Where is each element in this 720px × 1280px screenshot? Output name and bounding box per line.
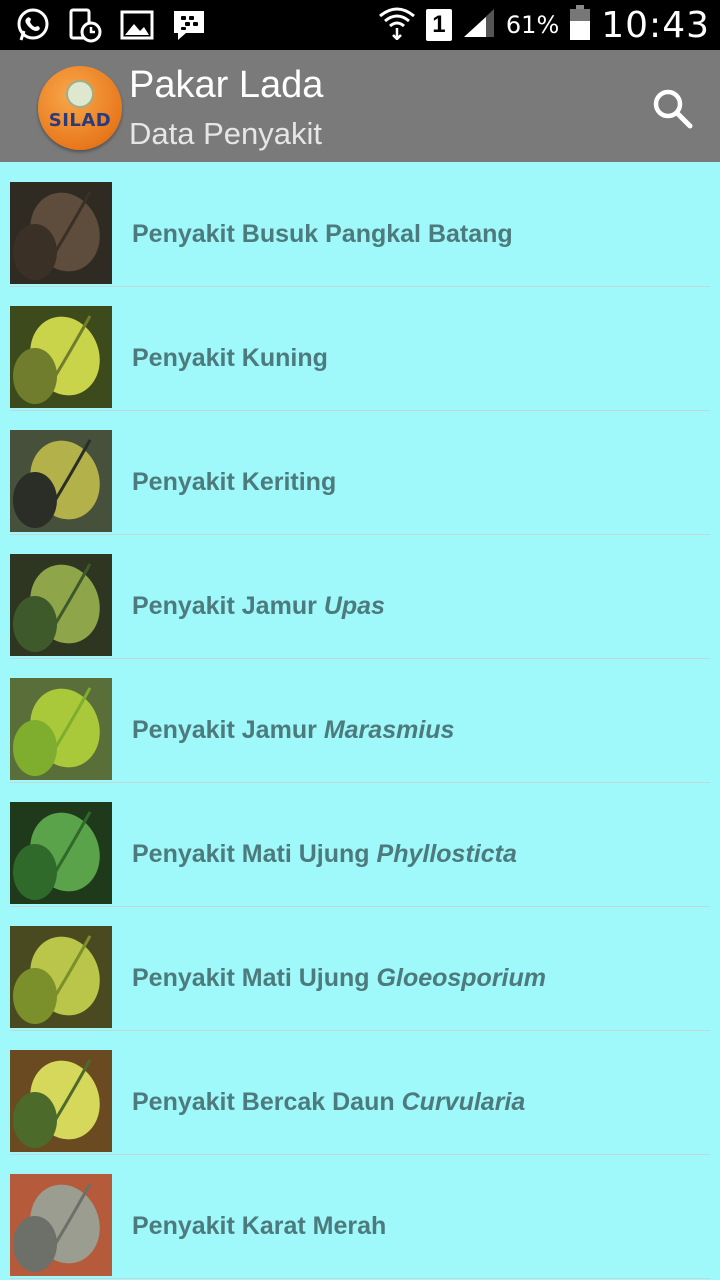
disease-thumbnail	[10, 1050, 112, 1152]
disease-name: Penyakit Karat Merah	[132, 1154, 386, 1278]
list-item[interactable]: Penyakit Keriting	[0, 410, 720, 535]
action-bar: SILAD Pakar Lada Data Penyakit	[0, 50, 720, 162]
disease-thumbnail	[10, 554, 112, 656]
list-divider	[10, 1278, 710, 1279]
app-title: Pakar Lada	[129, 64, 324, 106]
gallery-icon	[118, 6, 156, 44]
disease-name: Penyakit Jamur Upas	[132, 534, 385, 658]
disease-thumbnail	[10, 306, 112, 408]
system-status: 1 61% 10:43	[378, 0, 710, 50]
disease-pathogen: Marasmius	[323, 715, 455, 744]
disease-thumbnail	[10, 678, 112, 780]
list-item[interactable]: Penyakit Mati Ujung Phyllosticta	[0, 782, 720, 907]
list-item[interactable]: Penyakit Kuning	[0, 286, 720, 411]
notification-icons	[14, 6, 208, 44]
pepper-seed-icon	[66, 80, 94, 108]
disease-name-text: Penyakit Mati Ujung	[132, 839, 370, 868]
list-item[interactable]: Penyakit Mati Ujung Gloeosporium	[0, 906, 720, 1031]
disease-thumbnail	[10, 182, 112, 284]
list-item[interactable]: Penyakit Jamur Marasmius	[0, 658, 720, 783]
list-item[interactable]: Penyakit Jamur Upas	[0, 534, 720, 659]
disease-name: Penyakit Jamur Marasmius	[132, 658, 454, 782]
disease-name-text: Penyakit Jamur	[132, 591, 317, 620]
disease-name: Penyakit Bercak Daun Curvularia	[132, 1030, 525, 1154]
disease-thumbnail	[10, 430, 112, 532]
disease-name: Penyakit Kuning	[132, 286, 328, 410]
disease-name-text: Penyakit Bercak Daun	[132, 1087, 395, 1116]
search-button[interactable]	[648, 84, 696, 132]
disease-name-text: Penyakit Kuning	[132, 343, 328, 372]
whatsapp-icon	[14, 6, 52, 44]
wifi-icon	[378, 6, 416, 45]
status-bar: 1 61% 10:43	[0, 0, 720, 50]
disease-thumbnail	[10, 926, 112, 1028]
bbm-icon	[170, 6, 208, 44]
screen-subtitle: Data Penyakit	[129, 116, 322, 151]
disease-name-text: Penyakit Keriting	[132, 467, 337, 496]
disease-name: Penyakit Busuk Pangkal Batang	[132, 162, 513, 286]
list-item[interactable]: Penyakit Karat Merah	[0, 1154, 720, 1279]
search-icon	[653, 89, 693, 129]
disease-list[interactable]: Penyakit Busuk Pangkal Batang Penyakit Ku…	[0, 162, 720, 1280]
app-logo[interactable]: SILAD	[38, 66, 122, 150]
disease-pathogen: Gloeosporium	[376, 963, 547, 992]
list-item[interactable]: Penyakit Busuk Pangkal Batang	[0, 162, 720, 287]
disease-name: Penyakit Mati Ujung Gloeosporium	[132, 906, 546, 1030]
phone-schedule-icon	[66, 6, 104, 44]
battery-icon	[569, 4, 591, 46]
disease-name-text: Penyakit Jamur	[132, 715, 317, 744]
disease-name-text: Penyakit Karat Merah	[132, 1211, 387, 1240]
disease-name: Penyakit Keriting	[132, 410, 336, 534]
logo-text: SILAD	[48, 110, 112, 131]
disease-name: Penyakit Mati Ujung Phyllosticta	[132, 782, 517, 906]
battery-percent: 61%	[505, 11, 560, 39]
disease-thumbnail	[10, 802, 112, 904]
disease-name-text: Penyakit Busuk Pangkal Batang	[132, 219, 513, 248]
clock: 10:43	[601, 4, 710, 46]
disease-pathogen: Phyllosticta	[376, 839, 517, 868]
disease-thumbnail	[10, 1174, 112, 1276]
disease-pathogen: Curvularia	[401, 1087, 526, 1116]
list-item[interactable]: Penyakit Bercak Daun Curvularia	[0, 1030, 720, 1155]
disease-name-text: Penyakit Mati Ujung	[132, 963, 370, 992]
disease-pathogen: Upas	[323, 591, 385, 620]
signal-icon	[462, 7, 496, 44]
sim-slot-indicator: 1	[425, 9, 452, 41]
